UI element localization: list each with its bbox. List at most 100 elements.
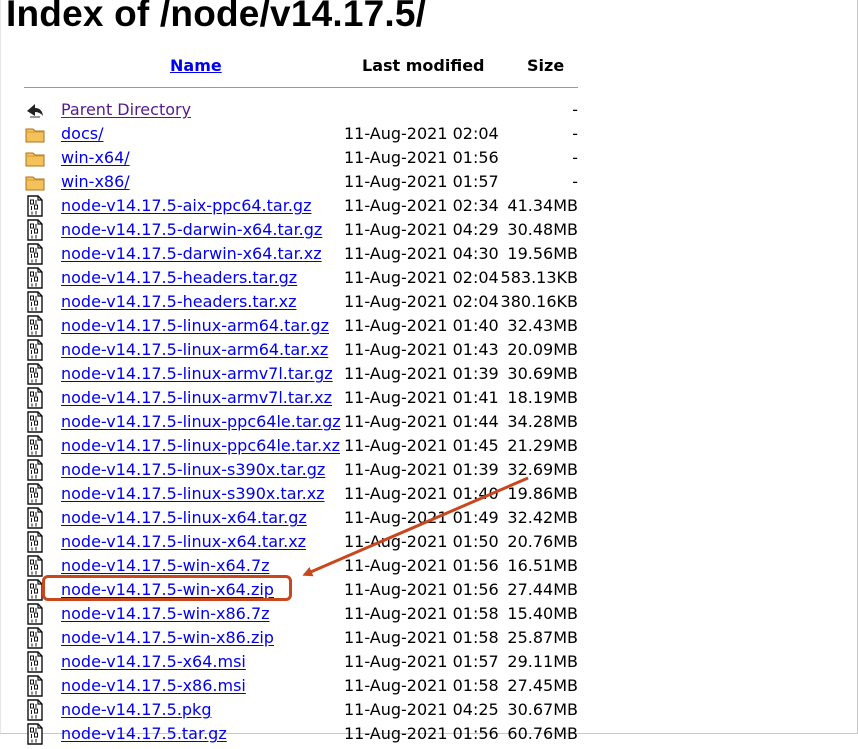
table-row: win-x86/11-Aug-2021 01:57 -: [0, 170, 858, 194]
table-row: node-v14.17.5-headers.tar.xz 11-Aug-2021 …: [0, 290, 858, 314]
file-link[interactable]: node-v14.17.5-win-x86.zip: [61, 628, 274, 648]
binary-file-icon: [24, 267, 46, 289]
file-size: 583.13KB: [500, 268, 578, 287]
binary-file-icon: [24, 675, 46, 697]
file-link[interactable]: node-v14.17.5-linux-x64.tar.xz: [61, 532, 306, 552]
table-row: node-v14.17.5-linux-armv7l.tar.xz 11-Aug-…: [0, 386, 858, 410]
binary-file-icon: [24, 411, 46, 433]
file-link[interactable]: node-v14.17.5-linux-arm64.tar.xz: [61, 340, 328, 360]
file-size: 21.29MB: [507, 436, 578, 455]
file-size: 41.34MB: [507, 196, 578, 215]
file-link[interactable]: node-v14.17.5-linux-s390x.tar.gz: [61, 460, 325, 480]
file-size: -: [572, 148, 578, 167]
last-modified: 11-Aug-2021 01:57: [344, 172, 499, 191]
file-link[interactable]: node-v14.17.5-x64.msi: [61, 652, 246, 672]
table-row: node-v14.17.5-x86.msi 11-Aug-2021 01:58 27…: [0, 674, 858, 698]
table-row: node-v14.17.5-linux-x64.tar.gz 11-Aug-202…: [0, 506, 858, 530]
file-size: 60.76MB: [507, 724, 578, 743]
table-row: node-v14.17.5-win-x86.zip 11-Aug-2021 01:…: [0, 626, 858, 650]
file-link[interactable]: docs/: [61, 124, 103, 144]
table-row: node-v14.17.5-darwin-x64.tar.xz 11-Aug-20…: [0, 242, 858, 266]
last-modified: 11-Aug-2021 02:04: [344, 268, 499, 287]
header-divider: [24, 87, 578, 88]
binary-file-icon: [24, 651, 46, 673]
last-modified: 11-Aug-2021 01:50: [344, 532, 499, 551]
file-link[interactable]: node-v14.17.5.tar.gz: [61, 724, 227, 744]
folder-icon: [24, 123, 46, 145]
file-link[interactable]: win-x86/: [61, 172, 130, 192]
table-row: node-v14.17.5-win-x86.7z 11-Aug-2021 01:5…: [0, 602, 858, 626]
file-link[interactable]: node-v14.17.5-linux-ppc64le.tar.xz: [61, 436, 340, 456]
last-modified: 11-Aug-2021 01:58: [344, 676, 499, 695]
file-size: 19.86MB: [507, 484, 578, 503]
table-row: node-v14.17.5-aix-ppc64.tar.gz 11-Aug-202…: [0, 194, 858, 218]
file-link[interactable]: node-v14.17.5-darwin-x64.tar.gz: [61, 220, 322, 240]
file-link[interactable]: win-x64/: [61, 148, 130, 168]
sort-by-name-link[interactable]: Name: [170, 56, 222, 75]
binary-file-icon: [24, 555, 46, 577]
file-size: 29.11MB: [507, 652, 578, 671]
table-row: node-v14.17.5-linux-ppc64le.tar.gz 11-Aug…: [0, 410, 858, 434]
file-link[interactable]: node-v14.17.5-headers.tar.gz: [61, 268, 297, 288]
binary-file-icon: [24, 483, 46, 505]
file-link[interactable]: node-v14.17.5-win-x64.7z: [61, 556, 270, 576]
file-link[interactable]: node-v14.17.5-linux-armv7l.tar.xz: [61, 388, 332, 408]
last-modified: 11-Aug-2021 01:56: [344, 724, 499, 743]
last-modified: 11-Aug-2021 01:45: [344, 436, 499, 455]
file-size: 30.48MB: [507, 220, 578, 239]
file-size: 19.56MB: [507, 244, 578, 263]
file-size: 25.87MB: [507, 628, 578, 647]
file-size: -: [572, 100, 578, 119]
binary-file-icon: [24, 531, 46, 553]
last-modified: 11-Aug-2021 01:41: [344, 388, 499, 407]
last-modified: 11-Aug-2021 02:04: [344, 292, 499, 311]
file-link[interactable]: node-v14.17.5-linux-arm64.tar.gz: [61, 316, 329, 336]
last-modified: 11-Aug-2021 01:40: [344, 484, 499, 503]
file-link[interactable]: node-v14.17.5-x86.msi: [61, 676, 246, 696]
table-row: node-v14.17.5-linux-s390x.tar.gz 11-Aug-2…: [0, 458, 858, 482]
last-modified: 11-Aug-2021 04:29: [344, 220, 499, 239]
folder-icon: [24, 171, 46, 193]
table-row: docs/11-Aug-2021 02:04 -: [0, 122, 858, 146]
table-row: node-v14.17.5-linux-arm64.tar.gz 11-Aug-2…: [0, 314, 858, 338]
back-arrow-icon: [24, 99, 46, 121]
binary-file-icon: [24, 723, 46, 745]
file-link[interactable]: Parent Directory: [61, 100, 191, 120]
file-size: 27.44MB: [507, 580, 578, 599]
table-row: node-v14.17.5-linux-ppc64le.tar.xz 11-Aug…: [0, 434, 858, 458]
file-link[interactable]: node-v14.17.5.pkg: [61, 700, 211, 720]
table-row: node-v14.17.5.tar.gz 11-Aug-2021 01:56 60.…: [0, 722, 858, 746]
last-modified: 11-Aug-2021 01:39: [344, 364, 499, 383]
last-modified: 11-Aug-2021 04:30: [344, 244, 499, 263]
file-size: -: [572, 124, 578, 143]
page-title: Index of /node/v14.17.5/: [6, 0, 427, 34]
file-link[interactable]: node-v14.17.5-linux-x64.tar.gz: [61, 508, 307, 528]
table-row: node-v14.17.5-linux-arm64.tar.xz 11-Aug-2…: [0, 338, 858, 362]
file-link[interactable]: node-v14.17.5-linux-ppc64le.tar.gz: [61, 412, 341, 432]
binary-file-icon: [24, 339, 46, 361]
binary-file-icon: [24, 699, 46, 721]
binary-file-icon: [24, 435, 46, 457]
last-modified: 11-Aug-2021 01:56: [344, 556, 499, 575]
last-modified: 11-Aug-2021 01:56: [344, 148, 499, 167]
binary-file-icon: [24, 363, 46, 385]
table-row: Parent Directory -: [0, 98, 858, 122]
file-link[interactable]: node-v14.17.5-win-x86.7z: [61, 604, 270, 624]
binary-file-icon: [24, 219, 46, 241]
file-link[interactable]: node-v14.17.5-linux-armv7l.tar.gz: [61, 364, 333, 384]
file-size: 32.43MB: [507, 316, 578, 335]
last-modified: 11-Aug-2021 01:40: [344, 316, 499, 335]
binary-file-icon: [24, 291, 46, 313]
file-size: -: [572, 172, 578, 191]
column-header-name[interactable]: Name: [170, 56, 222, 76]
file-link[interactable]: node-v14.17.5-aix-ppc64.tar.gz: [61, 196, 311, 216]
file-link[interactable]: node-v14.17.5-headers.tar.xz: [61, 292, 297, 312]
file-link[interactable]: node-v14.17.5-linux-s390x.tar.xz: [61, 484, 325, 504]
file-size: 20.09MB: [507, 340, 578, 359]
file-link[interactable]: node-v14.17.5-darwin-x64.tar.xz: [61, 244, 322, 264]
column-header-size: Size: [527, 56, 565, 75]
binary-file-icon: [24, 459, 46, 481]
table-row: node-v14.17.5-linux-s390x.tar.xz 11-Aug-2…: [0, 482, 858, 506]
table-row: node-v14.17.5.pkg 11-Aug-2021 04:25 30.67M…: [0, 698, 858, 722]
table-row: node-v14.17.5-x64.msi 11-Aug-2021 01:57 29…: [0, 650, 858, 674]
